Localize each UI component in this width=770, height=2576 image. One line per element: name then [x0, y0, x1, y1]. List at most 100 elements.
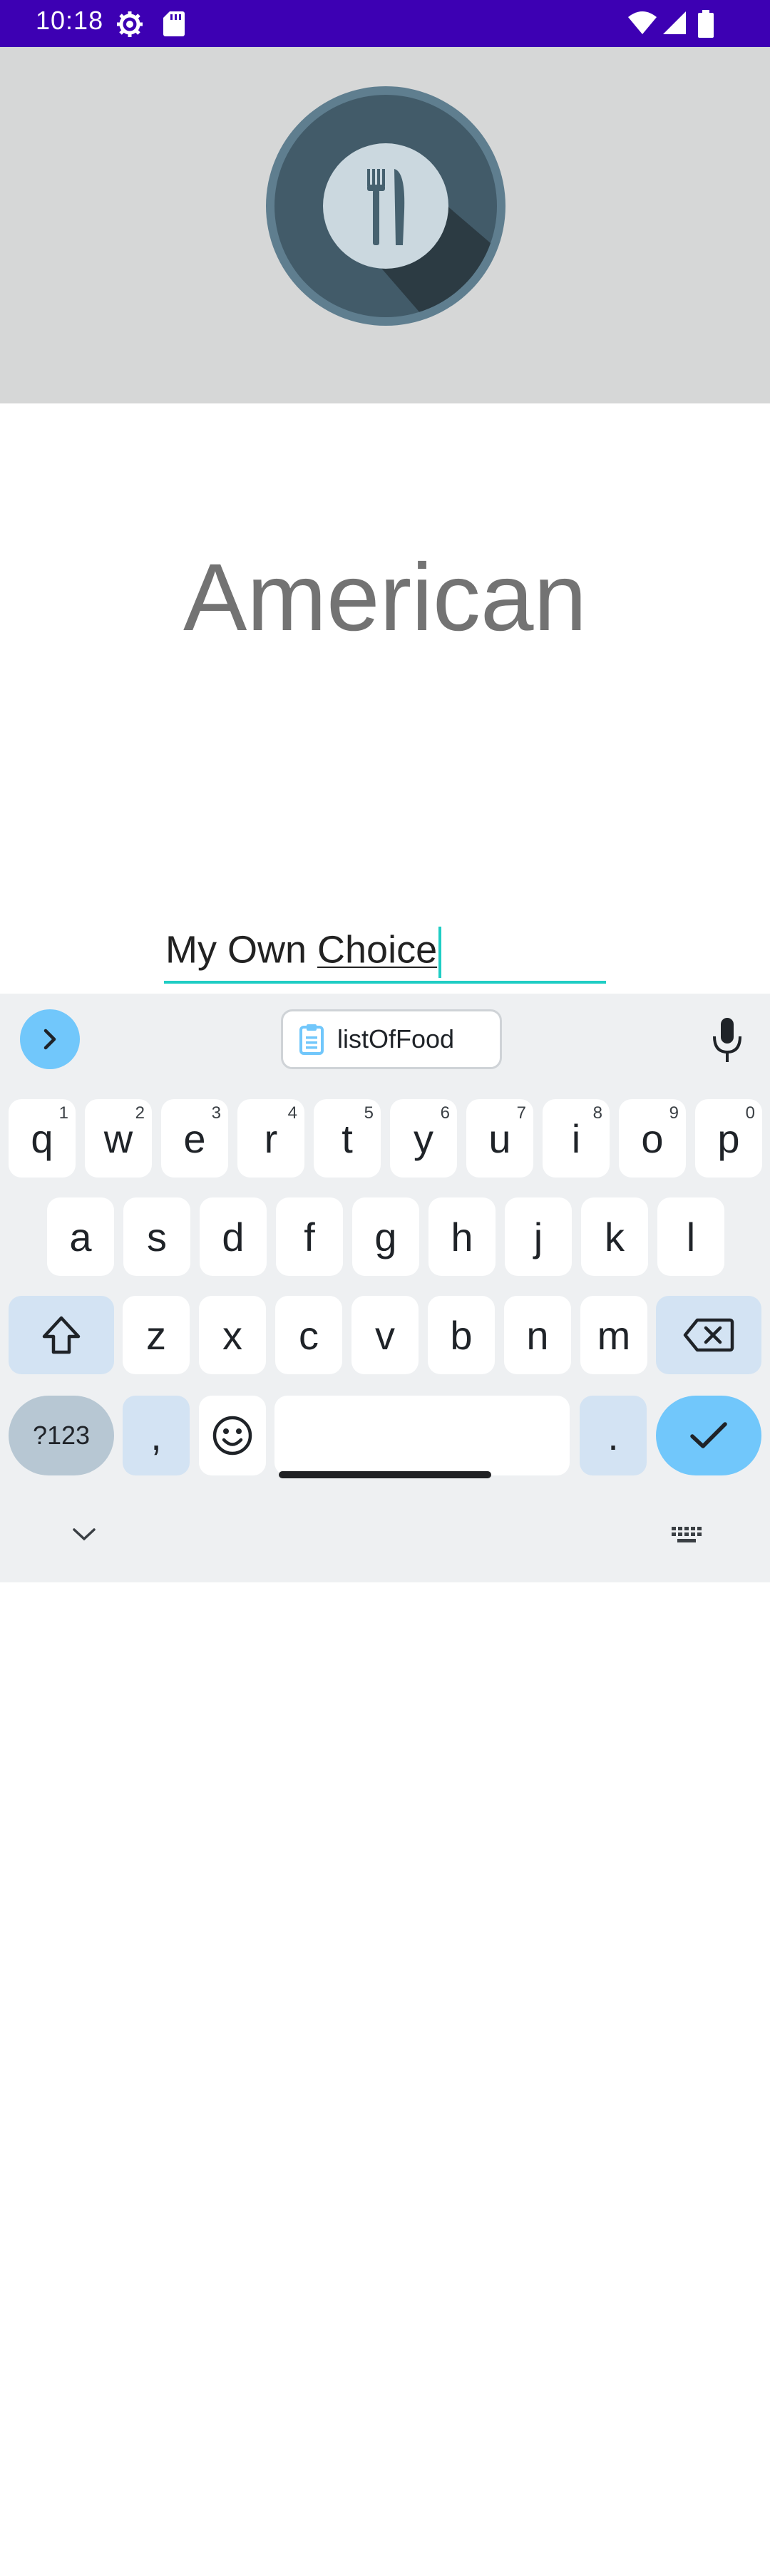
key-l-label: l — [686, 1214, 696, 1259]
key-k-label: k — [605, 1214, 625, 1259]
key-j-label: j — [533, 1214, 543, 1259]
key-u-label: u — [488, 1116, 511, 1161]
key-z[interactable]: z — [123, 1296, 190, 1374]
status-time: 10:18 — [36, 6, 104, 35]
key-x-label: x — [222, 1312, 242, 1358]
cuisine-title: American — [183, 545, 587, 651]
key-m[interactable]: m — [580, 1296, 647, 1374]
key-y-label: y — [414, 1116, 433, 1161]
key-e[interactable]: e3 — [161, 1099, 228, 1178]
key-s[interactable]: s — [123, 1197, 190, 1276]
period-key[interactable]: . — [580, 1396, 647, 1475]
navigation-bar — [0, 2498, 770, 2576]
key-n[interactable]: n — [504, 1296, 571, 1374]
key-f-label: f — [304, 1214, 315, 1259]
key-v-label: v — [375, 1312, 395, 1358]
soft-keyboard: listOfFood q1w2e3r4t5y6u7i8o9p0asdfghjkl… — [0, 994, 770, 1582]
enter-key[interactable] — [656, 1396, 761, 1475]
fork-knife-plate-icon — [266, 86, 505, 326]
symbols-key[interactable]: ?123 — [9, 1396, 114, 1475]
microphone-icon[interactable] — [706, 1015, 749, 1065]
checkmark-icon — [690, 1422, 727, 1448]
key-u-hint: 7 — [516, 1103, 526, 1123]
key-q-hint: 1 — [58, 1103, 68, 1123]
key-w-label: w — [103, 1116, 133, 1161]
key-f[interactable]: f — [276, 1197, 343, 1276]
key-z-label: z — [146, 1312, 166, 1358]
key-i-label: i — [571, 1116, 581, 1161]
shift-key[interactable] — [9, 1296, 114, 1374]
key-g[interactable]: g — [352, 1197, 419, 1276]
key-w[interactable]: w2 — [85, 1099, 152, 1178]
key-a-label: a — [69, 1214, 92, 1259]
key-d[interactable]: d — [200, 1197, 267, 1276]
expand-toolbar-button[interactable] — [20, 1009, 80, 1069]
key-j[interactable]: j — [505, 1197, 572, 1276]
header-banner — [0, 47, 770, 403]
key-v[interactable]: v — [351, 1296, 419, 1374]
key-q[interactable]: q1 — [9, 1099, 76, 1178]
sd-card-icon — [163, 11, 185, 36]
key-r-hint: 4 — [287, 1103, 297, 1123]
keyboard-toolbar: listOfFood — [0, 994, 770, 1086]
backspace-key[interactable] — [656, 1296, 761, 1374]
shift-icon — [42, 1316, 81, 1354]
key-h-label: h — [451, 1214, 473, 1259]
input-prefix-text: My Own — [165, 928, 318, 972]
key-r[interactable]: r4 — [237, 1099, 304, 1178]
period-key-label: . — [607, 1413, 619, 1458]
chevron-right-icon — [43, 1029, 56, 1050]
input-composing-text: Choice — [317, 928, 438, 972]
clipboard-suggestion-chip[interactable]: listOfFood — [281, 1009, 502, 1069]
key-h[interactable]: h — [428, 1197, 496, 1276]
key-p-label: p — [717, 1116, 740, 1161]
backspace-icon — [683, 1318, 734, 1352]
key-i-hint: 8 — [592, 1103, 602, 1123]
key-y[interactable]: y6 — [390, 1099, 457, 1178]
key-m-label: m — [597, 1312, 631, 1358]
key-e-label: e — [183, 1116, 206, 1161]
key-o-label: o — [641, 1116, 664, 1161]
hide-keyboard-icon[interactable] — [71, 1527, 97, 1542]
key-e-hint: 3 — [211, 1103, 221, 1123]
key-y-hint: 6 — [440, 1103, 450, 1123]
comma-key-label: , — [150, 1413, 162, 1458]
text-cursor — [438, 927, 442, 978]
symbols-key-label: ?123 — [32, 1421, 91, 1450]
key-b[interactable]: b — [428, 1296, 495, 1374]
key-o[interactable]: o9 — [619, 1099, 686, 1178]
key-u[interactable]: u7 — [466, 1099, 533, 1178]
key-t-label: t — [342, 1116, 353, 1161]
key-c[interactable]: c — [275, 1296, 342, 1374]
key-t[interactable]: t5 — [314, 1099, 381, 1178]
key-b-label: b — [450, 1312, 473, 1358]
clipboard-suggestion-label: listOfFood — [337, 1024, 455, 1053]
battery-icon — [698, 10, 714, 38]
choice-input-value: My Own Choice — [165, 927, 442, 978]
key-n-label: n — [526, 1312, 549, 1358]
key-p[interactable]: p0 — [695, 1099, 762, 1178]
comma-key[interactable]: , — [123, 1396, 190, 1475]
key-a[interactable]: a — [47, 1197, 114, 1276]
emoji-key[interactable] — [199, 1396, 266, 1475]
settings-icon — [117, 11, 143, 37]
key-s-label: s — [147, 1214, 167, 1259]
key-o-hint: 9 — [669, 1103, 679, 1123]
key-k[interactable]: k — [581, 1197, 648, 1276]
space-key[interactable] — [274, 1396, 570, 1475]
key-d-label: d — [222, 1214, 245, 1259]
key-x[interactable]: x — [199, 1296, 266, 1374]
wifi-icon — [628, 11, 657, 34]
home-gesture-bar[interactable] — [279, 1471, 491, 1478]
key-i[interactable]: i8 — [543, 1099, 610, 1178]
choice-input[interactable]: My Own Choice — [164, 919, 606, 984]
key-c-label: c — [299, 1312, 319, 1358]
emoji-icon — [212, 1416, 252, 1456]
key-q-label: q — [31, 1116, 53, 1161]
key-w-hint: 2 — [135, 1103, 145, 1123]
key-t-hint: 5 — [364, 1103, 374, 1123]
key-l[interactable]: l — [657, 1197, 724, 1276]
keyboard-switch-icon[interactable] — [670, 1525, 703, 1547]
key-g-label: g — [374, 1214, 397, 1259]
signal-icon — [663, 11, 686, 34]
